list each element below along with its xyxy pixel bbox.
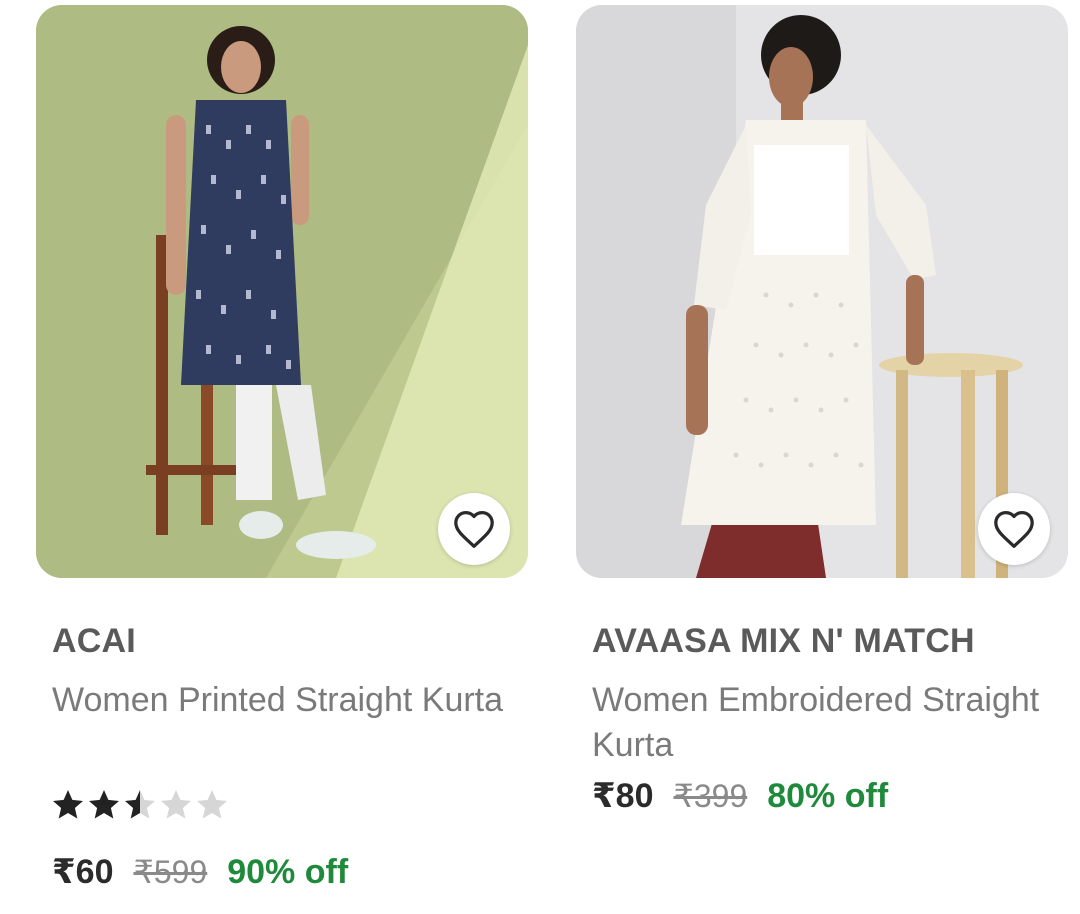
discount-label: 80% off [767,777,889,815]
product-image[interactable] [576,5,1068,578]
product-title: Women Embroidered Straight Kurta [592,681,1040,764]
discount-label: 90% off [227,853,349,891]
brand-name: ACAI [52,622,136,660]
selling-price: ₹80 [592,777,654,815]
wishlist-button[interactable] [978,493,1050,565]
product-image[interactable] [36,5,528,578]
heart-icon [454,511,494,548]
rating-stars [50,787,230,831]
star-empty-icon [197,790,227,819]
star-filled-icon [53,790,83,819]
product-photo [36,5,528,578]
price-row: ₹60 ₹599 90% off [52,852,348,892]
star-filled-icon [89,790,119,819]
product-title: Women Printed Straight Kurta [52,681,504,719]
product-photo [576,5,1068,578]
product-card[interactable]: AVAASA MIX N' MATCH Women Embroidered St… [576,0,1068,815]
brand-name: AVAASA MIX N' MATCH [592,622,975,660]
price-row: ₹80 ₹399 80% off [592,776,888,816]
star-empty-icon [161,790,191,819]
selling-price: ₹60 [52,853,114,891]
heart-icon [994,511,1034,548]
original-price: ₹599 [133,854,208,890]
product-card[interactable]: ACAI Women Printed Straight Kurta ₹60 ₹5… [36,0,528,891]
wishlist-button[interactable] [438,493,510,565]
star-half-icon [125,790,155,819]
original-price: ₹399 [673,778,748,814]
